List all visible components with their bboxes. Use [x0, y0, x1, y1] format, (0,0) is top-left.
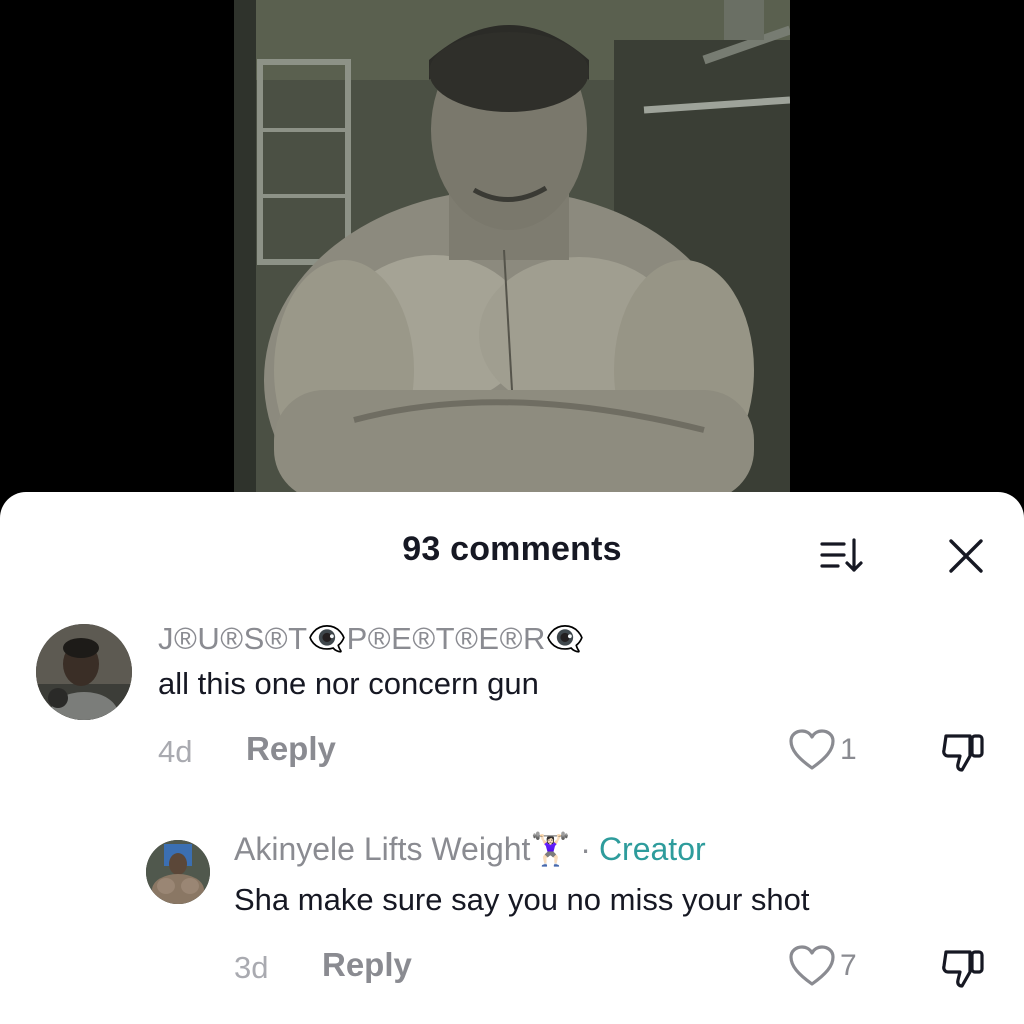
separator-dot: · [580, 830, 591, 867]
comment-text: Sha make sure say you no miss your shot [234, 882, 810, 917]
comment-username: Akinyele Lifts Weight🏋🏻‍♀️ · Creator [234, 830, 706, 868]
like-button[interactable]: 7 [788, 944, 857, 988]
video-player[interactable] [234, 0, 790, 500]
dislike-button[interactable] [940, 728, 988, 781]
comment-username[interactable]: J®U®S®T👁‍🗨P®E®T®E®R👁‍🗨 [158, 620, 585, 657]
thumbs-down-icon [942, 950, 984, 988]
video-frame-image [234, 0, 790, 500]
dislike-button[interactable] [940, 944, 988, 997]
reply-button[interactable]: Reply [246, 730, 336, 768]
comment-text: all this one nor concern gun [158, 666, 539, 701]
like-button[interactable]: 1 [788, 728, 857, 772]
sort-icon[interactable] [814, 532, 870, 580]
comment-time: 3d [234, 950, 269, 985]
avatar[interactable] [146, 840, 210, 904]
like-count: 1 [840, 733, 857, 766]
heart-icon [789, 945, 835, 986]
like-count: 7 [840, 949, 857, 982]
close-icon[interactable] [938, 532, 994, 580]
reply-username[interactable]: Akinyele Lifts Weight🏋🏻‍♀️ [234, 830, 570, 868]
reply-button[interactable]: Reply [322, 946, 412, 984]
creator-badge: Creator [598, 830, 706, 867]
thumbs-down-icon [942, 734, 984, 772]
avatar[interactable] [36, 624, 132, 720]
comments-sheet: 93 comments J®U®S®T👁‍🗨P®E®T [0, 492, 1024, 1024]
comments-count-title: 93 comments [402, 530, 622, 568]
heart-icon [789, 729, 835, 770]
comment-time: 4d [158, 734, 193, 769]
